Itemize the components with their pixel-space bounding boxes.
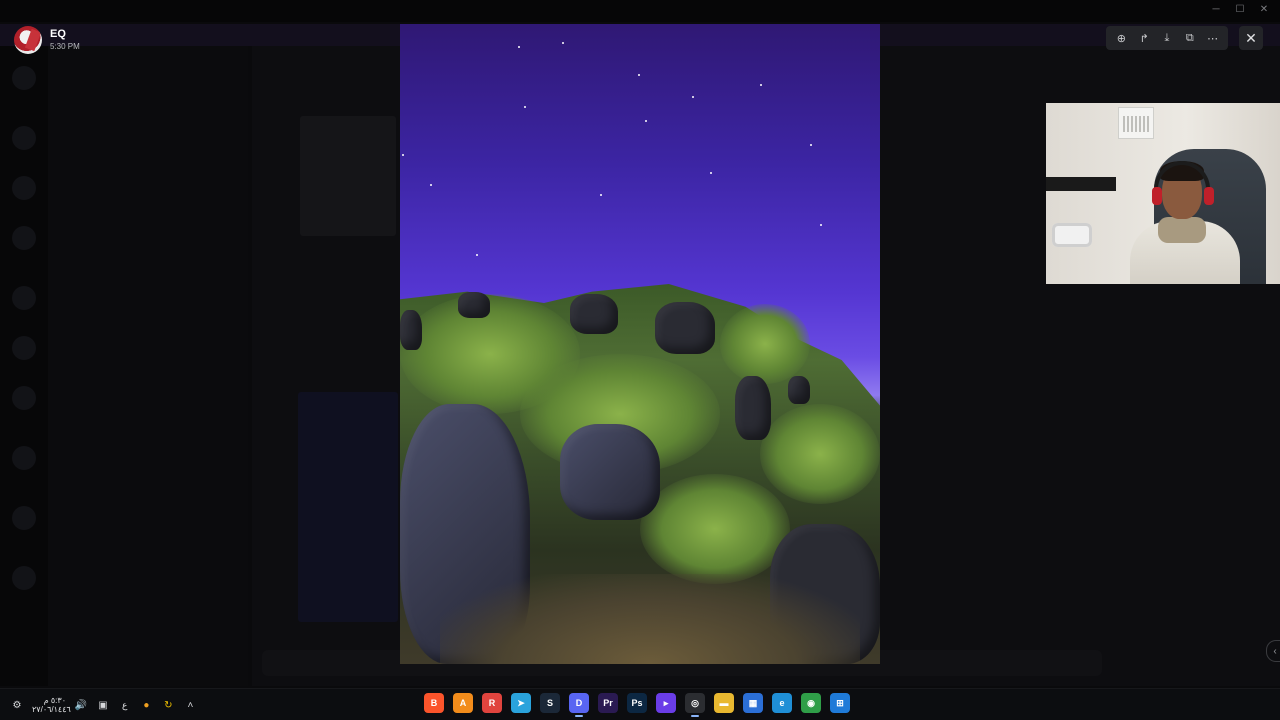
- image-viewer-toolbar: ⊕ ↱ ⤓ ⧉ ⋯: [1106, 26, 1228, 50]
- maximize-button[interactable]: ☐: [1232, 3, 1248, 17]
- language-indicator[interactable]: ع: [122, 700, 127, 711]
- sync-icon[interactable]: ↻: [161, 698, 175, 712]
- open-external-icon[interactable]: ⧉: [1180, 28, 1200, 48]
- zoom-in-icon[interactable]: ⊕: [1111, 28, 1131, 48]
- server-icon: [12, 286, 36, 310]
- image-author: EQ 5:30 PM: [14, 26, 80, 54]
- expanded-image[interactable]: [400, 24, 880, 664]
- clock-date: ٢٧/٠٦/١٤٤٦: [32, 705, 71, 714]
- taskbar-app-premiere-icon[interactable]: Pr: [598, 693, 618, 713]
- taskbar-app-edge-icon[interactable]: e: [772, 693, 792, 713]
- air-conditioner: [1118, 107, 1154, 139]
- star: [710, 172, 712, 174]
- microphone: [1052, 223, 1092, 247]
- forward-icon[interactable]: ↱: [1134, 28, 1154, 48]
- star: [402, 154, 404, 156]
- rock: [735, 376, 771, 440]
- post-timestamp: 5:30 PM: [50, 42, 80, 51]
- taskbar-app-discord-icon[interactable]: D: [569, 693, 589, 717]
- star: [476, 254, 478, 256]
- webcam-overlay: [1046, 103, 1280, 284]
- server-icon: [12, 176, 36, 200]
- taskbar-app-steam-icon[interactable]: S: [540, 693, 560, 713]
- server-icon: [12, 226, 36, 250]
- server-icon: [12, 446, 36, 470]
- server-icon: [12, 66, 36, 90]
- rock: [570, 294, 618, 334]
- network-icon[interactable]: ▣: [96, 698, 110, 712]
- grass: [640, 474, 790, 584]
- volume-icon[interactable]: 🔊: [74, 698, 88, 712]
- rock: [458, 292, 490, 318]
- rock: [655, 302, 715, 354]
- rock: [560, 424, 660, 520]
- system-tray: ⚙ ٥:٣٠ م ٢٧/٠٦/١٤٤٦ 🔊 ▣ ع ● ↻ ˄: [10, 689, 197, 720]
- taskbar-app-chrome-icon[interactable]: ◉: [801, 693, 821, 713]
- app-titlebar: [0, 0, 1280, 22]
- server-icon: [12, 126, 36, 150]
- star: [760, 84, 762, 86]
- taskbar-app-editor-icon[interactable]: ▸: [656, 693, 676, 713]
- author-name[interactable]: EQ: [50, 28, 80, 41]
- star: [810, 144, 812, 146]
- taskbar-app-revo-icon[interactable]: R: [482, 693, 502, 713]
- star: [645, 120, 647, 122]
- collapse-panel-icon[interactable]: ‹: [1266, 640, 1280, 662]
- star: [638, 74, 640, 76]
- clock-time: ٥:٣٠ م: [43, 696, 66, 705]
- headset-ear-cup: [1152, 187, 1162, 205]
- message-image: [300, 116, 396, 236]
- grass: [760, 404, 880, 504]
- server-rail: [0, 46, 48, 686]
- star: [600, 194, 602, 196]
- taskbar-app-obs-icon[interactable]: ◎: [685, 693, 705, 717]
- window-controls: ─ ☐ ✕: [1208, 3, 1272, 17]
- chevron-up-icon[interactable]: ˄: [183, 698, 197, 712]
- channel-sidebar: [48, 46, 248, 686]
- taskbar-app-store-icon[interactable]: ▦: [743, 693, 763, 713]
- scarf: [1158, 217, 1206, 243]
- shelf: [1046, 177, 1116, 191]
- taskbar-app-brave-icon[interactable]: B: [424, 693, 444, 713]
- clock[interactable]: ٥:٣٠ م ٢٧/٠٦/١٤٤٦: [32, 696, 71, 714]
- taskbar-app-photoshop-icon[interactable]: Ps: [627, 693, 647, 713]
- close-viewer-button[interactable]: ✕: [1239, 26, 1263, 50]
- star: [562, 42, 564, 44]
- server-icon: [12, 386, 36, 410]
- pinned-apps: B A R ➤ S D Pr Ps ▸ ◎ ▬ ▦ e ◉ ⊞: [424, 693, 850, 717]
- star: [430, 184, 432, 186]
- server-icon: [12, 336, 36, 360]
- minimize-button[interactable]: ─: [1208, 3, 1224, 17]
- grass: [720, 304, 810, 384]
- star: [524, 106, 526, 108]
- rock: [400, 310, 422, 350]
- star: [820, 224, 822, 226]
- message-image: [298, 392, 398, 622]
- taskbar-app-telegram-icon[interactable]: ➤: [511, 693, 531, 713]
- star: [692, 96, 694, 98]
- server-icon: [12, 506, 36, 530]
- headset-ear-cup: [1204, 187, 1214, 205]
- taskbar: ⚙ ٥:٣٠ م ٢٧/٠٦/١٤٤٦ 🔊 ▣ ع ● ↻ ˄ B A R ➤ S D Pr…: [0, 688, 1280, 720]
- star: [518, 46, 520, 48]
- avatar[interactable]: [14, 26, 42, 54]
- taskbar-app-affinity-icon[interactable]: A: [453, 693, 473, 713]
- server-icon: [12, 566, 36, 590]
- author-meta: EQ 5:30 PM: [50, 28, 80, 52]
- window-close-button[interactable]: ✕: [1256, 3, 1272, 17]
- download-icon[interactable]: ⤓: [1157, 28, 1177, 48]
- taskbar-app-start-icon[interactable]: ⊞: [830, 693, 850, 713]
- more-icon[interactable]: ⋯: [1203, 28, 1223, 48]
- rock: [788, 376, 810, 404]
- ground: [440, 574, 860, 664]
- microphone-icon[interactable]: ●: [139, 698, 153, 712]
- settings-icon[interactable]: ⚙: [10, 698, 24, 712]
- taskbar-app-file-explorer-icon[interactable]: ▬: [714, 693, 734, 713]
